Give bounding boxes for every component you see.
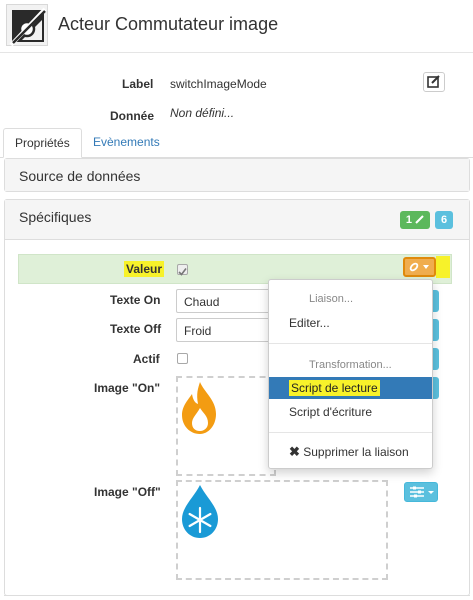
page-title: Acteur Commutateur image xyxy=(58,14,279,34)
valeur-checkbox[interactable] xyxy=(177,264,188,276)
actif-label: Actif xyxy=(133,352,160,366)
image-off-options-button[interactable] xyxy=(404,482,438,502)
menu-item-script-lecture[interactable]: Script de lecture xyxy=(269,377,432,399)
texte-on-label: Texte On xyxy=(110,293,161,307)
actif-bind-button[interactable] xyxy=(433,348,439,370)
widget-type-icon xyxy=(6,4,48,47)
texte-off-label: Texte Off xyxy=(110,322,162,336)
source-panel: Source de données xyxy=(4,158,470,192)
valeur-label: Valeur xyxy=(124,261,165,277)
source-panel-title[interactable]: Source de données xyxy=(5,159,469,191)
texte-off-bind-button[interactable] xyxy=(433,319,439,341)
dropdown-divider xyxy=(269,432,432,433)
menu-item-editer[interactable]: Editer... xyxy=(269,312,432,334)
texte-off-input[interactable]: Froid xyxy=(176,318,276,342)
menu-item-script-ecriture[interactable]: Script d'écriture xyxy=(269,401,432,423)
label-field-label: Label xyxy=(122,77,154,91)
image-on-bind-button[interactable] xyxy=(433,377,439,399)
check-icon xyxy=(178,268,187,276)
highlight-mark xyxy=(436,256,450,278)
dropdown-header-liaison: Liaison... xyxy=(309,293,354,305)
total-count-badge: 6 xyxy=(435,211,453,229)
binding-dropdown-menu: Liaison... Editer... Transformation... S… xyxy=(268,279,433,469)
tab-proprietes[interactable]: Propriétés xyxy=(3,128,82,158)
donnee-field-value[interactable]: Non défini... xyxy=(170,106,234,120)
texte-on-input[interactable]: Chaud xyxy=(176,289,276,313)
remove-icon: ✖ xyxy=(289,444,300,459)
edit-icon xyxy=(427,75,440,88)
dropdown-header-transformation: Transformation... xyxy=(309,359,392,371)
label-field-value: switchImageMode xyxy=(170,77,267,91)
water-drop-snowflake-icon xyxy=(182,485,218,538)
pencil-icon xyxy=(415,215,424,224)
edit-label-button[interactable] xyxy=(423,72,445,92)
texte-on-bind-button[interactable] xyxy=(433,290,439,312)
image-off-dropzone[interactable] xyxy=(176,480,388,580)
image-on-dropzone[interactable] xyxy=(176,376,276,476)
bound-count-badge: 1 xyxy=(400,211,430,229)
donnee-field-label: Donnée xyxy=(110,109,155,123)
image-off-label: Image "Off" xyxy=(94,485,161,499)
actif-checkbox[interactable] xyxy=(177,353,188,364)
binding-dropdown-button[interactable] xyxy=(403,257,436,277)
header-divider xyxy=(0,52,473,53)
bound-count: 1 xyxy=(405,214,413,226)
dropdown-divider xyxy=(269,343,432,344)
menu-item-supprimer-liaison[interactable]: ✖ Supprimer la liaison xyxy=(269,440,432,462)
sliders-icon xyxy=(410,486,434,498)
fire-icon xyxy=(182,382,216,434)
link-icon xyxy=(409,262,429,272)
image-on-label: Image "On" xyxy=(94,381,161,395)
tab-evenements[interactable]: Evènements xyxy=(82,128,171,158)
panel-bottom-edge xyxy=(4,595,470,596)
image-off-icon xyxy=(9,7,47,47)
